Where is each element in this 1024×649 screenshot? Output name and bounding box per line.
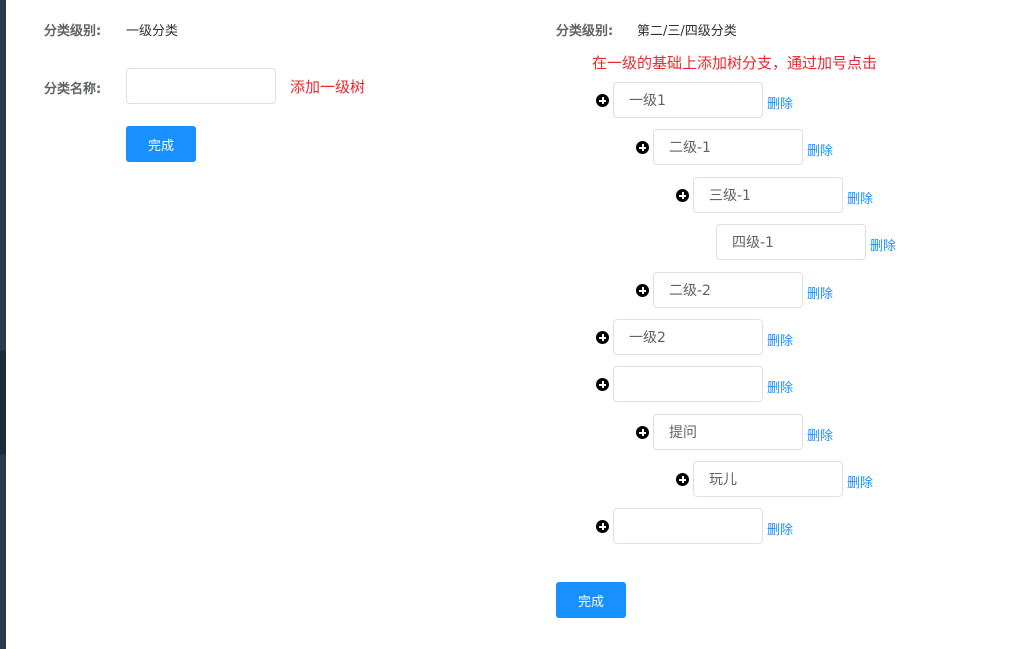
add-child-icon[interactable] — [676, 189, 689, 202]
delete-link[interactable]: 删除 — [807, 283, 833, 302]
delete-link[interactable]: 删除 — [767, 377, 793, 396]
add-child-icon[interactable] — [596, 378, 609, 391]
add-child-icon[interactable] — [596, 520, 609, 533]
node-input[interactable] — [613, 366, 763, 402]
submit-button[interactable]: 完成 — [126, 126, 196, 162]
hint-text: 在一级的基础上添加树分支，通过加号点击 — [592, 54, 878, 72]
delete-link[interactable]: 删除 — [847, 188, 873, 207]
node-input[interactable] — [653, 272, 803, 308]
node-input[interactable] — [613, 319, 763, 355]
node-input[interactable] — [653, 129, 803, 165]
delete-link[interactable]: 删除 — [767, 519, 793, 538]
name-input[interactable] — [126, 68, 276, 104]
node-input[interactable] — [613, 508, 763, 544]
hint-text: 添加一级树 — [290, 78, 366, 96]
node-input[interactable] — [693, 177, 843, 213]
add-child-icon[interactable] — [676, 473, 689, 486]
sidebar-edge — [0, 0, 6, 649]
delete-link[interactable]: 删除 — [807, 425, 833, 444]
level-label: 分类级别: — [44, 24, 102, 39]
node-input[interactable] — [653, 414, 803, 450]
delete-link[interactable]: 删除 — [767, 93, 793, 112]
delete-link[interactable]: 删除 — [807, 140, 833, 159]
delete-link[interactable]: 删除 — [767, 330, 793, 349]
delete-link[interactable]: 删除 — [870, 235, 896, 254]
level-value: 第二/三/四级分类 — [637, 24, 737, 39]
add-child-icon[interactable] — [636, 284, 649, 297]
add-child-icon[interactable] — [636, 141, 649, 154]
submit-button[interactable]: 完成 — [556, 582, 626, 618]
delete-link[interactable]: 删除 — [847, 472, 873, 491]
add-child-icon[interactable] — [596, 94, 609, 107]
node-input[interactable] — [716, 224, 866, 260]
node-input[interactable] — [613, 82, 763, 118]
level-value: 一级分类 — [126, 24, 179, 39]
add-child-icon[interactable] — [596, 331, 609, 344]
level-label: 分类级别: — [556, 24, 614, 39]
node-input[interactable] — [693, 461, 843, 497]
add-child-icon[interactable] — [636, 426, 649, 439]
name-label: 分类名称: — [44, 82, 102, 97]
